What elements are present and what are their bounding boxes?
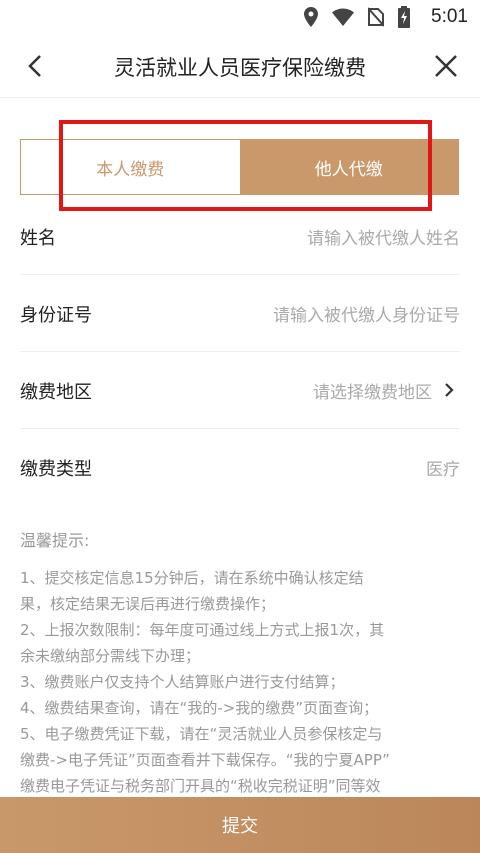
submit-button[interactable]: 提交 bbox=[0, 797, 480, 853]
region-select[interactable]: 请选择缴费地区 bbox=[313, 378, 432, 403]
page-title: 灵活就业人员医疗保险缴费 bbox=[114, 56, 366, 80]
nav-header: 灵活就业人员医疗保险缴费 bbox=[0, 34, 480, 98]
tip-line: 3、缴费账户仅支持个人结算账户进行支付结算； bbox=[20, 673, 345, 691]
close-icon[interactable] bbox=[432, 52, 460, 80]
location-icon bbox=[304, 7, 318, 27]
tip-line: 缴费电子凭证与税务部门开具的“税收完税证明”同等效 bbox=[20, 777, 381, 795]
tip-line: 2、上报次数限制：每年度可通过线上方式上报1次，其 bbox=[20, 621, 385, 639]
payment-type-row: 缴费类型 医疗 bbox=[0, 429, 480, 506]
status-icons bbox=[304, 6, 410, 28]
status-bar: 5:01 bbox=[0, 0, 480, 34]
id-number-input[interactable]: 请输入被代缴人身份证号 bbox=[273, 301, 460, 326]
id-number-label: 身份证号 bbox=[20, 305, 92, 326]
status-time: 5:01 bbox=[431, 6, 468, 27]
no-sim-icon bbox=[368, 7, 384, 27]
name-label: 姓名 bbox=[20, 228, 56, 249]
chevron-right-icon[interactable] bbox=[442, 382, 456, 398]
region-label: 缴费地区 bbox=[20, 382, 92, 403]
tip-line: 缴费->电子凭证”页面查看并下载保存。“我的宁夏APP” bbox=[20, 751, 390, 769]
chevron-left-icon[interactable] bbox=[22, 52, 50, 80]
name-row[interactable]: 姓名 请输入被代缴人姓名 bbox=[0, 198, 480, 275]
payment-type-value: 医疗 bbox=[426, 460, 460, 480]
tip-line: 果，核定结果无误后再进行缴费操作； bbox=[20, 595, 276, 613]
name-input[interactable]: 请输入被代缴人姓名 bbox=[307, 224, 460, 249]
tip-line: 1、提交核定信息15分钟后，请在系统中确认核定结 bbox=[20, 569, 364, 587]
region-row[interactable]: 缴费地区 请选择缴费地区 bbox=[0, 352, 480, 429]
tip-line: 5、电子缴费凭证下载，请在“灵活就业人员参保核定与 bbox=[20, 725, 383, 743]
battery-charging-icon bbox=[398, 6, 410, 28]
tip-line: 4、缴费结果查询，请在“我的->我的缴费”页面查询； bbox=[20, 699, 379, 717]
tips-section: 温馨提示: 1、提交核定信息15分钟后，请在系统中确认核定结 果，核定结果无误后… bbox=[20, 527, 462, 797]
id-number-row[interactable]: 身份证号 请输入被代缴人身份证号 bbox=[0, 275, 480, 352]
tip-line: 余未缴纳部分需线下办理； bbox=[20, 647, 201, 665]
tips-title: 温馨提示: bbox=[20, 531, 90, 550]
payment-type-label: 缴费类型 bbox=[20, 459, 92, 480]
wifi-icon bbox=[332, 8, 354, 26]
